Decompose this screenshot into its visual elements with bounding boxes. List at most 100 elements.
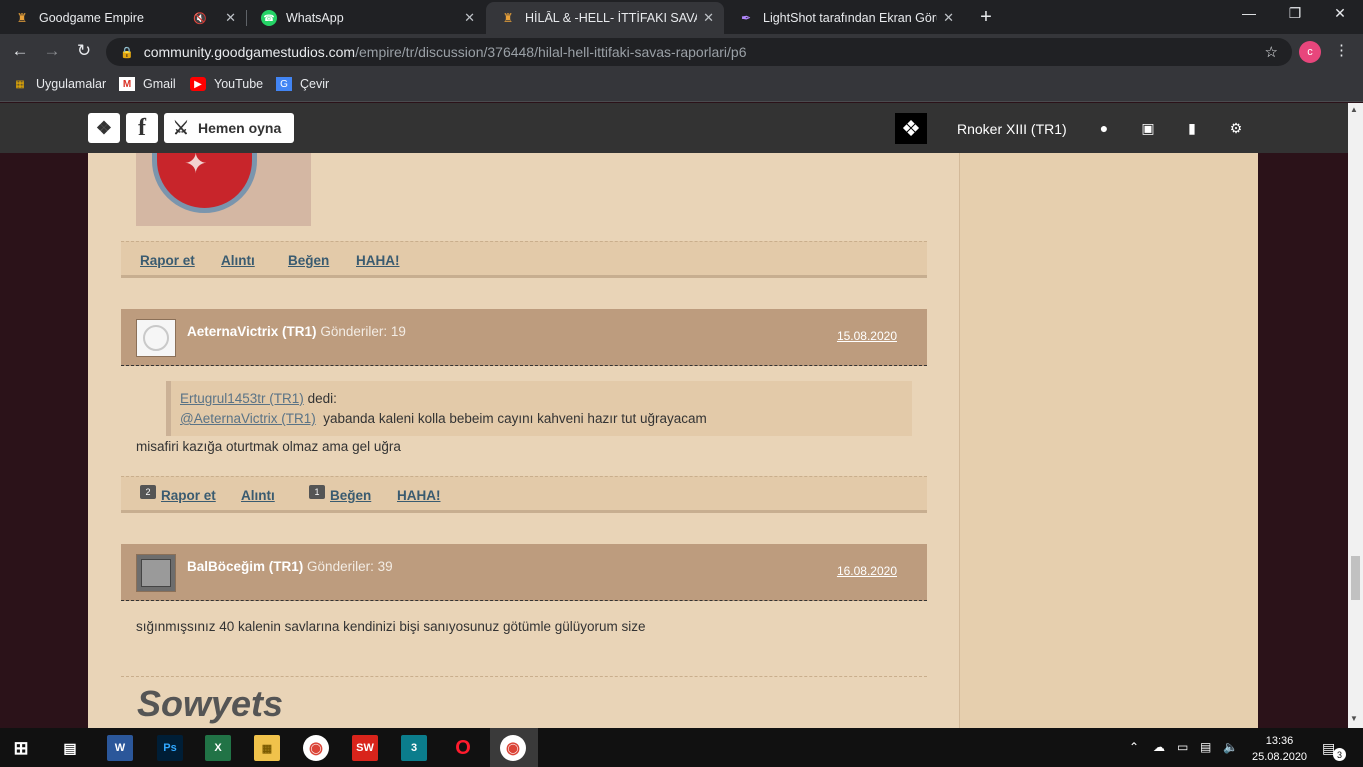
windows-start-icon[interactable]: ⊞ [8,735,34,761]
3ds-max-icon[interactable]: 3 [401,735,427,761]
onedrive-icon[interactable]: ☁ [1153,740,1165,754]
bookmark-translate[interactable]: G Çevir [276,77,329,91]
taskbar-clock[interactable]: 13:36 25.08.2020 [1252,733,1307,765]
quote-attribution: Ertugrul1453tr (TR1) dedi: [180,391,337,406]
play-now-label: Hemen oyna [198,120,282,136]
like-link[interactable]: Beğen [288,253,329,268]
task-view-icon[interactable]: ▤ [57,735,83,761]
network-icon[interactable]: ▤ [1200,740,1211,754]
translate-icon: G [276,77,292,91]
avatar[interactable] [136,319,176,357]
alliance-crest-image: ✦ [136,153,311,226]
blockquote: Ertugrul1453tr (TR1) dedi: @AeternaVictr… [166,381,912,436]
report-link[interactable]: Rapor et [161,488,216,503]
quote-body: @AeternaVictrix (TR1) yabanda kaleni kol… [180,411,707,426]
tab-whatsapp[interactable]: ☎ WhatsApp ✕ [247,2,485,34]
close-icon[interactable]: ✕ [225,10,236,26]
volume-icon[interactable]: 🔈 [1223,740,1238,754]
bookmark-label: Gmail [143,77,176,91]
mute-icon[interactable]: 🔇 [193,12,207,25]
post-author[interactable]: AeternaVictrix (TR1) [187,324,317,339]
post-date[interactable]: 15.08.2020 [837,329,897,343]
report-count-badge: 2 [140,485,156,499]
chrome-profile-icon[interactable]: ◉ [500,735,526,761]
bookmarks-bar: ▦ Uygulamalar M Gmail ▶ YouTube G Çevir [0,70,1363,102]
reload-icon[interactable]: ↻ [73,41,95,61]
avatar[interactable] [136,554,176,592]
whatsapp-icon: ☎ [261,10,277,26]
opera-icon[interactable]: O [450,735,476,761]
bookmark-youtube[interactable]: ▶ YouTube [190,77,263,91]
quote-link[interactable]: Alıntı [241,488,275,503]
tab-label: HİLÂL & -HELL- İTTİFAKI SAVAŞ R [525,11,697,25]
post-count: Gönderiler: 19 [320,324,406,339]
haha-link[interactable]: HAHA! [356,253,400,268]
tab-label: WhatsApp [286,11,344,25]
post-body: sığınmışsınız 40 kalenin savlarına kendi… [136,619,646,634]
tab-label: LightShot tarafından Ekran Görün [763,11,938,25]
menu-kebab-icon[interactable]: ⋮ [1334,41,1349,59]
post-author-line: AeternaVictrix (TR1) Gönderiler: 19 [187,324,406,339]
username[interactable]: Rnoker XIII (TR1) [957,121,1067,137]
notification-count-badge: 3 [1333,748,1346,761]
tray-chevron-icon[interactable]: ⌃ [1129,740,1139,754]
mention-link[interactable]: @AeternaVictrix (TR1) [180,411,316,426]
file-explorer-icon[interactable]: ▦ [254,735,280,761]
battery-icon[interactable]: ▭ [1177,740,1188,754]
photo-avatar-image [141,559,171,587]
goodgame-logo-icon[interactable]: ❖ [88,113,120,143]
like-link[interactable]: Beğen [330,488,371,503]
minimize-icon[interactable]: — [1234,5,1264,21]
excel-icon[interactable]: X [205,735,231,761]
bookmark-star-icon[interactable]: ☆ [1265,43,1278,61]
like-count-badge: 1 [309,485,325,499]
chrome-icon[interactable]: ◉ [303,735,329,761]
user-crest-icon[interactable]: ❖ [895,113,927,144]
youtube-icon: ▶ [190,77,206,91]
close-icon[interactable]: ✕ [703,10,714,26]
back-arrow-icon[interactable]: ← [9,41,31,61]
close-icon[interactable]: ✕ [943,10,954,26]
close-icon[interactable]: ✕ [464,10,475,26]
forward-arrow-icon[interactable]: → [41,41,63,61]
lightshot-icon: ✒ [740,11,752,25]
sidebar [959,153,1258,728]
new-tab-button[interactable]: + [975,6,997,29]
profile-avatar[interactable]: c [1299,41,1321,63]
quote-author-link[interactable]: Ertugrul1453tr (TR1) [180,391,304,406]
bookmark-icon[interactable]: ▮ [1183,120,1201,137]
gmail-icon: M [119,77,135,91]
clock-date: 25.08.2020 [1252,751,1308,763]
restore-icon[interactable]: ❐ [1280,5,1310,22]
scroll-up-icon[interactable]: ▲ [1350,105,1358,114]
solidworks-icon[interactable]: SW [352,735,378,761]
report-link[interactable]: Rapor et [140,253,195,268]
post-count: Gönderiler: 39 [307,559,393,574]
post-author[interactable]: BalBöceğim (TR1) [187,559,303,574]
tab-label: Goodgame Empire [39,11,144,25]
scrollbar-thumb[interactable] [1351,556,1360,600]
address-bar[interactable]: 🔒 community.goodgamestudios.com/empire/t… [106,38,1292,66]
post-body: misafiri kazığa oturtmak olmaz ama gel u… [136,439,401,454]
photoshop-icon[interactable]: Ps [157,735,183,761]
play-now-button[interactable]: ⚔ Hemen oyna [164,113,294,143]
post-actions: 2 Rapor et Alıntı 1 Beğen HAHA! [121,476,927,513]
facebook-icon[interactable]: f [126,113,158,143]
scrollbar[interactable] [1348,103,1363,728]
bookmark-gmail[interactable]: M Gmail [119,77,176,91]
settings-gear-icon[interactable]: ⚙ [1227,120,1245,137]
post-actions: Rapor et Alıntı Beğen HAHA! [121,241,927,278]
scroll-down-icon[interactable]: ▼ [1350,714,1358,723]
globe-icon[interactable]: ● [1095,120,1113,136]
tab-discussion[interactable]: ♜ HİLÂL & -HELL- İTTİFAKI SAVAŞ R ✕ [486,2,724,34]
inbox-icon[interactable]: ▣ [1139,120,1157,137]
tab-goodgame[interactable]: ♜ Goodgame Empire 🔇 ✕ [0,2,246,34]
bookmark-apps[interactable]: ▦ Uygulamalar [12,77,106,91]
tab-lightshot[interactable]: ✒ LightShot tarafından Ekran Görün ✕ [724,2,964,34]
post-date[interactable]: 16.08.2020 [837,564,897,578]
word-icon[interactable]: W [107,735,133,761]
quote-link[interactable]: Alıntı [221,253,255,268]
haha-link[interactable]: HAHA! [397,488,441,503]
window-close-icon[interactable]: ✕ [1325,5,1355,22]
goodgame-icon: ♜ [502,11,514,25]
